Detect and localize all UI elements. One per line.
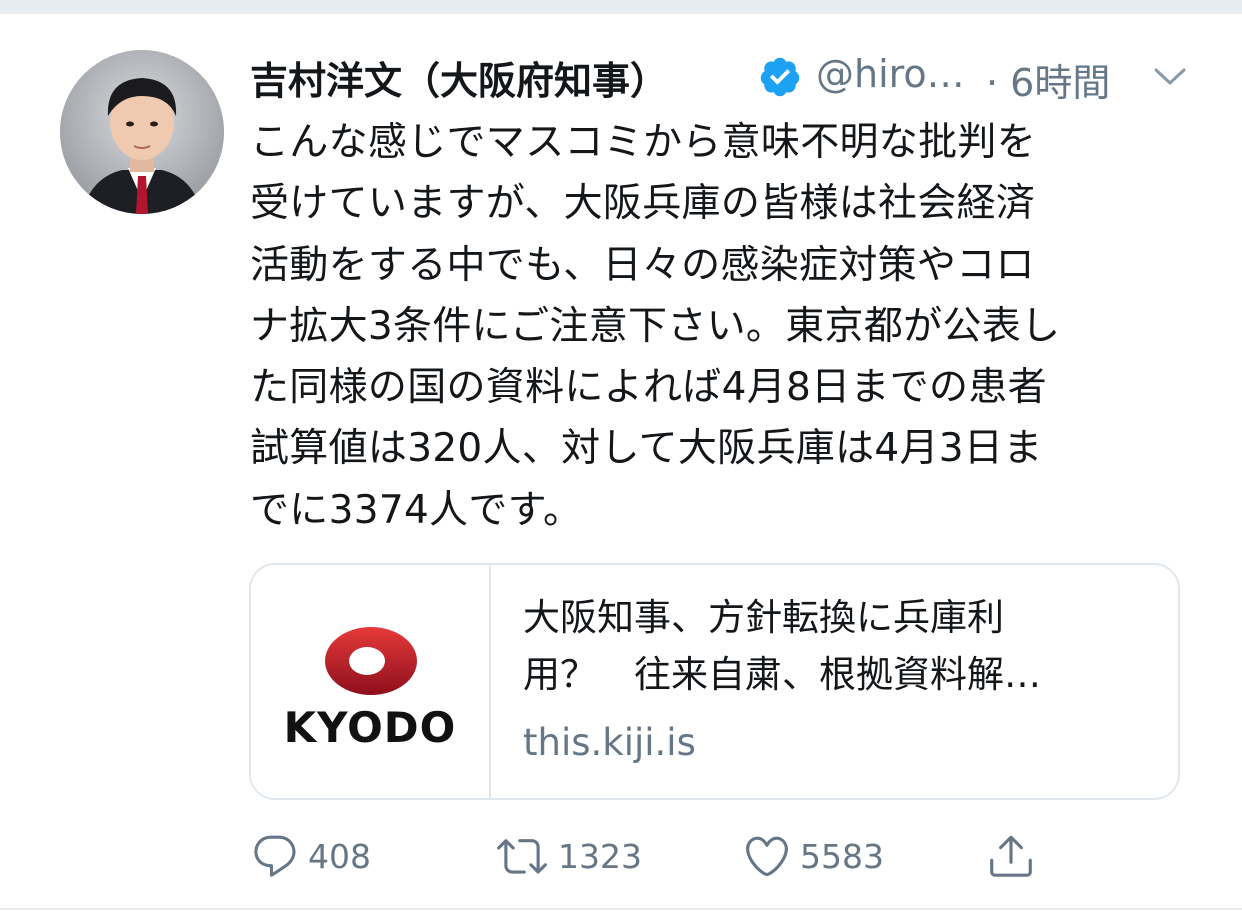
card-title-line-2: 用？ 往来自粛、根拠資料解… <box>523 653 1041 696</box>
kyodo-logo-text: KYODO <box>283 703 457 752</box>
card-title-line-1: 大阪知事、方針転換に兵庫利 <box>523 596 1004 639</box>
reply-button[interactable]: 408 <box>250 830 371 882</box>
retweet-button[interactable]: 1323 <box>494 830 642 882</box>
tweet-actions: 408 1323 5583 <box>250 830 1050 882</box>
top-separator <box>0 0 1242 14</box>
like-button[interactable]: 5583 <box>742 830 884 882</box>
author-handle[interactable]: @hiro… <box>816 52 965 96</box>
card-title[interactable]: 大阪知事、方針転換に兵庫利 用？ 往来自粛、根拠資料解… <box>523 589 1153 703</box>
reply-icon <box>254 835 296 877</box>
share-icon <box>990 835 1032 877</box>
retweet-icon <box>497 839 547 874</box>
card-thumbnail: KYODO <box>251 565 491 798</box>
link-card[interactable]: KYODO 大阪知事、方針転換に兵庫利 用？ 往来自粛、根拠資料解… this.… <box>249 563 1180 800</box>
tweet-text: こんな感じでマスコミから意味不明な批判を 受けていますが、大阪兵庫の皆様は社会経… <box>250 120 1061 533</box>
reply-count: 408 <box>308 836 371 876</box>
bottom-separator <box>0 908 1242 910</box>
verified-badge-icon <box>760 57 800 97</box>
author-display-name[interactable]: 吉村洋文（大阪府知事） <box>250 50 668 105</box>
avatar[interactable] <box>60 50 224 214</box>
avatar-portrait-image <box>60 50 224 214</box>
share-button[interactable] <box>986 830 1036 882</box>
chevron-down-icon[interactable] <box>1152 62 1188 90</box>
kyodo-logo-icon <box>325 627 417 695</box>
tweet-timestamp[interactable]: · 6時間 <box>986 52 1110 107</box>
card-domain: this.kiji.is <box>523 721 696 764</box>
tweet-header: 吉村洋文（大阪府知事） @hiro… · 6時間 <box>250 42 1210 112</box>
like-count: 5583 <box>800 836 884 876</box>
retweet-count: 1323 <box>558 836 642 876</box>
heart-icon <box>746 836 788 877</box>
